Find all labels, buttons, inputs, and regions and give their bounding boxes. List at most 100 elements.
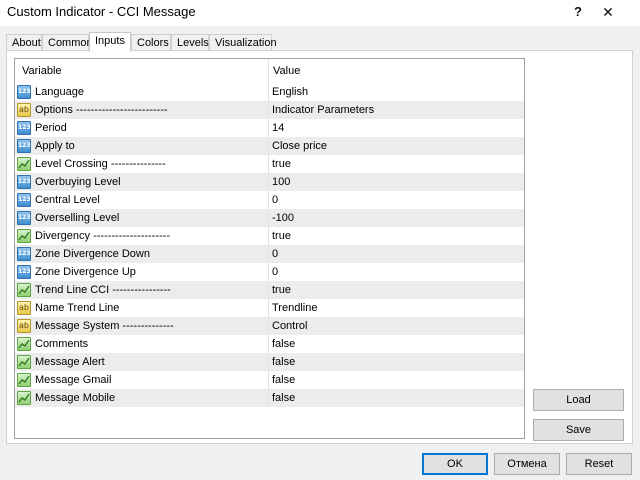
- table-row[interactable]: 123 Overbuying Level 100: [15, 173, 524, 191]
- numeric-icon: 123: [17, 211, 31, 225]
- variable-name: Message Mobile: [35, 392, 116, 404]
- variable-name: Options -------------------------: [35, 104, 168, 116]
- numeric-icon: 123: [17, 247, 31, 261]
- variable-name: Zone Divergence Down: [35, 248, 150, 260]
- variable-name: Apply to: [35, 140, 75, 152]
- tab-colors[interactable]: Colors: [131, 34, 171, 51]
- header-variable[interactable]: Variable: [22, 65, 62, 77]
- variable-name: Central Level: [35, 194, 100, 206]
- variable-value[interactable]: -100: [272, 212, 294, 224]
- variable-name: Overselling Level: [35, 212, 120, 224]
- table-row[interactable]: 123 Zone Divergence Down 0: [15, 245, 524, 263]
- variable-name: Language: [35, 86, 84, 98]
- reset-button[interactable]: Reset: [566, 453, 632, 475]
- window-title: Custom Indicator - CCI Message: [7, 4, 196, 19]
- save-button[interactable]: Save: [533, 419, 624, 441]
- string-icon: ab: [17, 319, 31, 333]
- variable-name: Divergency ---------------------: [35, 230, 171, 242]
- variable-value[interactable]: false: [272, 356, 295, 368]
- variable-name: Name Trend Line: [35, 302, 120, 314]
- column-divider: [268, 299, 269, 317]
- variable-name: Period: [35, 122, 67, 134]
- column-divider: [268, 353, 269, 371]
- title-bar: Custom Indicator - CCI Message ? ✕: [0, 0, 640, 26]
- variable-value[interactable]: false: [272, 392, 295, 404]
- variable-value[interactable]: 0: [272, 194, 278, 206]
- numeric-icon: 123: [17, 139, 31, 153]
- variable-value[interactable]: true: [272, 158, 291, 170]
- tab-inputs[interactable]: Inputs: [89, 32, 131, 52]
- variable-name: Message Gmail: [35, 374, 112, 386]
- table-row[interactable]: Message Mobile false: [15, 389, 524, 407]
- table-row[interactable]: ab Options ------------------------- Indic…: [15, 101, 524, 119]
- variable-value[interactable]: 0: [272, 248, 278, 260]
- table-row[interactable]: 123 Period 14: [15, 119, 524, 137]
- close-button[interactable]: ✕: [590, 1, 626, 23]
- variable-name: Comments: [35, 338, 89, 350]
- variable-value[interactable]: false: [272, 374, 295, 386]
- table-row[interactable]: 123 Apply to Close price: [15, 137, 524, 155]
- variable-value[interactable]: Indicator Parameters: [272, 104, 374, 116]
- tab-common[interactable]: Common: [42, 34, 93, 51]
- variable-value[interactable]: 0: [272, 266, 278, 278]
- column-divider: [268, 209, 269, 227]
- table-row[interactable]: Message Alert false: [15, 353, 524, 371]
- variable-value[interactable]: Close price: [272, 140, 327, 152]
- table-row[interactable]: Comments false: [15, 335, 524, 353]
- variable-value[interactable]: Control: [272, 320, 307, 332]
- variable-value[interactable]: false: [272, 338, 295, 350]
- column-divider: [268, 227, 269, 245]
- table-row[interactable]: ab Name Trend Line Trendline: [15, 299, 524, 317]
- column-divider: [268, 83, 269, 101]
- variable-name: Level Crossing ---------------: [35, 158, 166, 170]
- tab-about[interactable]: About: [6, 34, 42, 51]
- tab-levels[interactable]: Levels: [171, 34, 209, 51]
- header-divider[interactable]: [268, 59, 269, 83]
- table-row[interactable]: Message Gmail false: [15, 371, 524, 389]
- grid-header: Variable Value: [15, 59, 524, 83]
- boolean-icon: [17, 391, 31, 405]
- numeric-icon: 123: [17, 121, 31, 135]
- cancel-button[interactable]: Отмена: [494, 453, 560, 475]
- variable-value[interactable]: English: [272, 86, 308, 98]
- variable-name: Overbuying Level: [35, 176, 121, 188]
- variable-name: Message System --------------: [35, 320, 174, 332]
- ok-button[interactable]: OK: [422, 453, 488, 475]
- numeric-icon: 123: [17, 85, 31, 99]
- column-divider: [268, 173, 269, 191]
- column-divider: [268, 245, 269, 263]
- boolean-icon: [17, 355, 31, 369]
- column-divider: [268, 137, 269, 155]
- table-row[interactable]: Divergency --------------------- true: [15, 227, 524, 245]
- table-row[interactable]: 123 Central Level 0: [15, 191, 524, 209]
- inputs-grid: Variable Value 123 Language English ab Optio…: [14, 58, 525, 439]
- numeric-icon: 123: [17, 175, 31, 189]
- boolean-icon: [17, 283, 31, 297]
- column-divider: [268, 389, 269, 407]
- numeric-icon: 123: [17, 193, 31, 207]
- column-divider: [268, 263, 269, 281]
- column-divider: [268, 335, 269, 353]
- column-divider: [268, 155, 269, 173]
- header-value[interactable]: Value: [273, 65, 300, 77]
- table-row[interactable]: 123 Overselling Level -100: [15, 209, 524, 227]
- variable-value[interactable]: 100: [272, 176, 290, 188]
- table-row[interactable]: Level Crossing --------------- true: [15, 155, 524, 173]
- variable-name: Trend Line CCI ----------------: [35, 284, 171, 296]
- boolean-icon: [17, 157, 31, 171]
- table-row[interactable]: 123 Zone Divergence Up 0: [15, 263, 524, 281]
- boolean-icon: [17, 337, 31, 351]
- string-icon: ab: [17, 103, 31, 117]
- boolean-icon: [17, 373, 31, 387]
- variable-value[interactable]: true: [272, 230, 291, 242]
- column-divider: [268, 317, 269, 335]
- column-divider: [268, 119, 269, 137]
- variable-value[interactable]: 14: [272, 122, 284, 134]
- tab-visualization[interactable]: Visualization: [209, 34, 277, 51]
- load-button[interactable]: Load: [533, 389, 624, 411]
- table-row[interactable]: 123 Language English: [15, 83, 524, 101]
- variable-value[interactable]: Trendline: [272, 302, 317, 314]
- table-row[interactable]: ab Message System -------------- Control: [15, 317, 524, 335]
- table-row[interactable]: Trend Line CCI ---------------- true: [15, 281, 524, 299]
- variable-value[interactable]: true: [272, 284, 291, 296]
